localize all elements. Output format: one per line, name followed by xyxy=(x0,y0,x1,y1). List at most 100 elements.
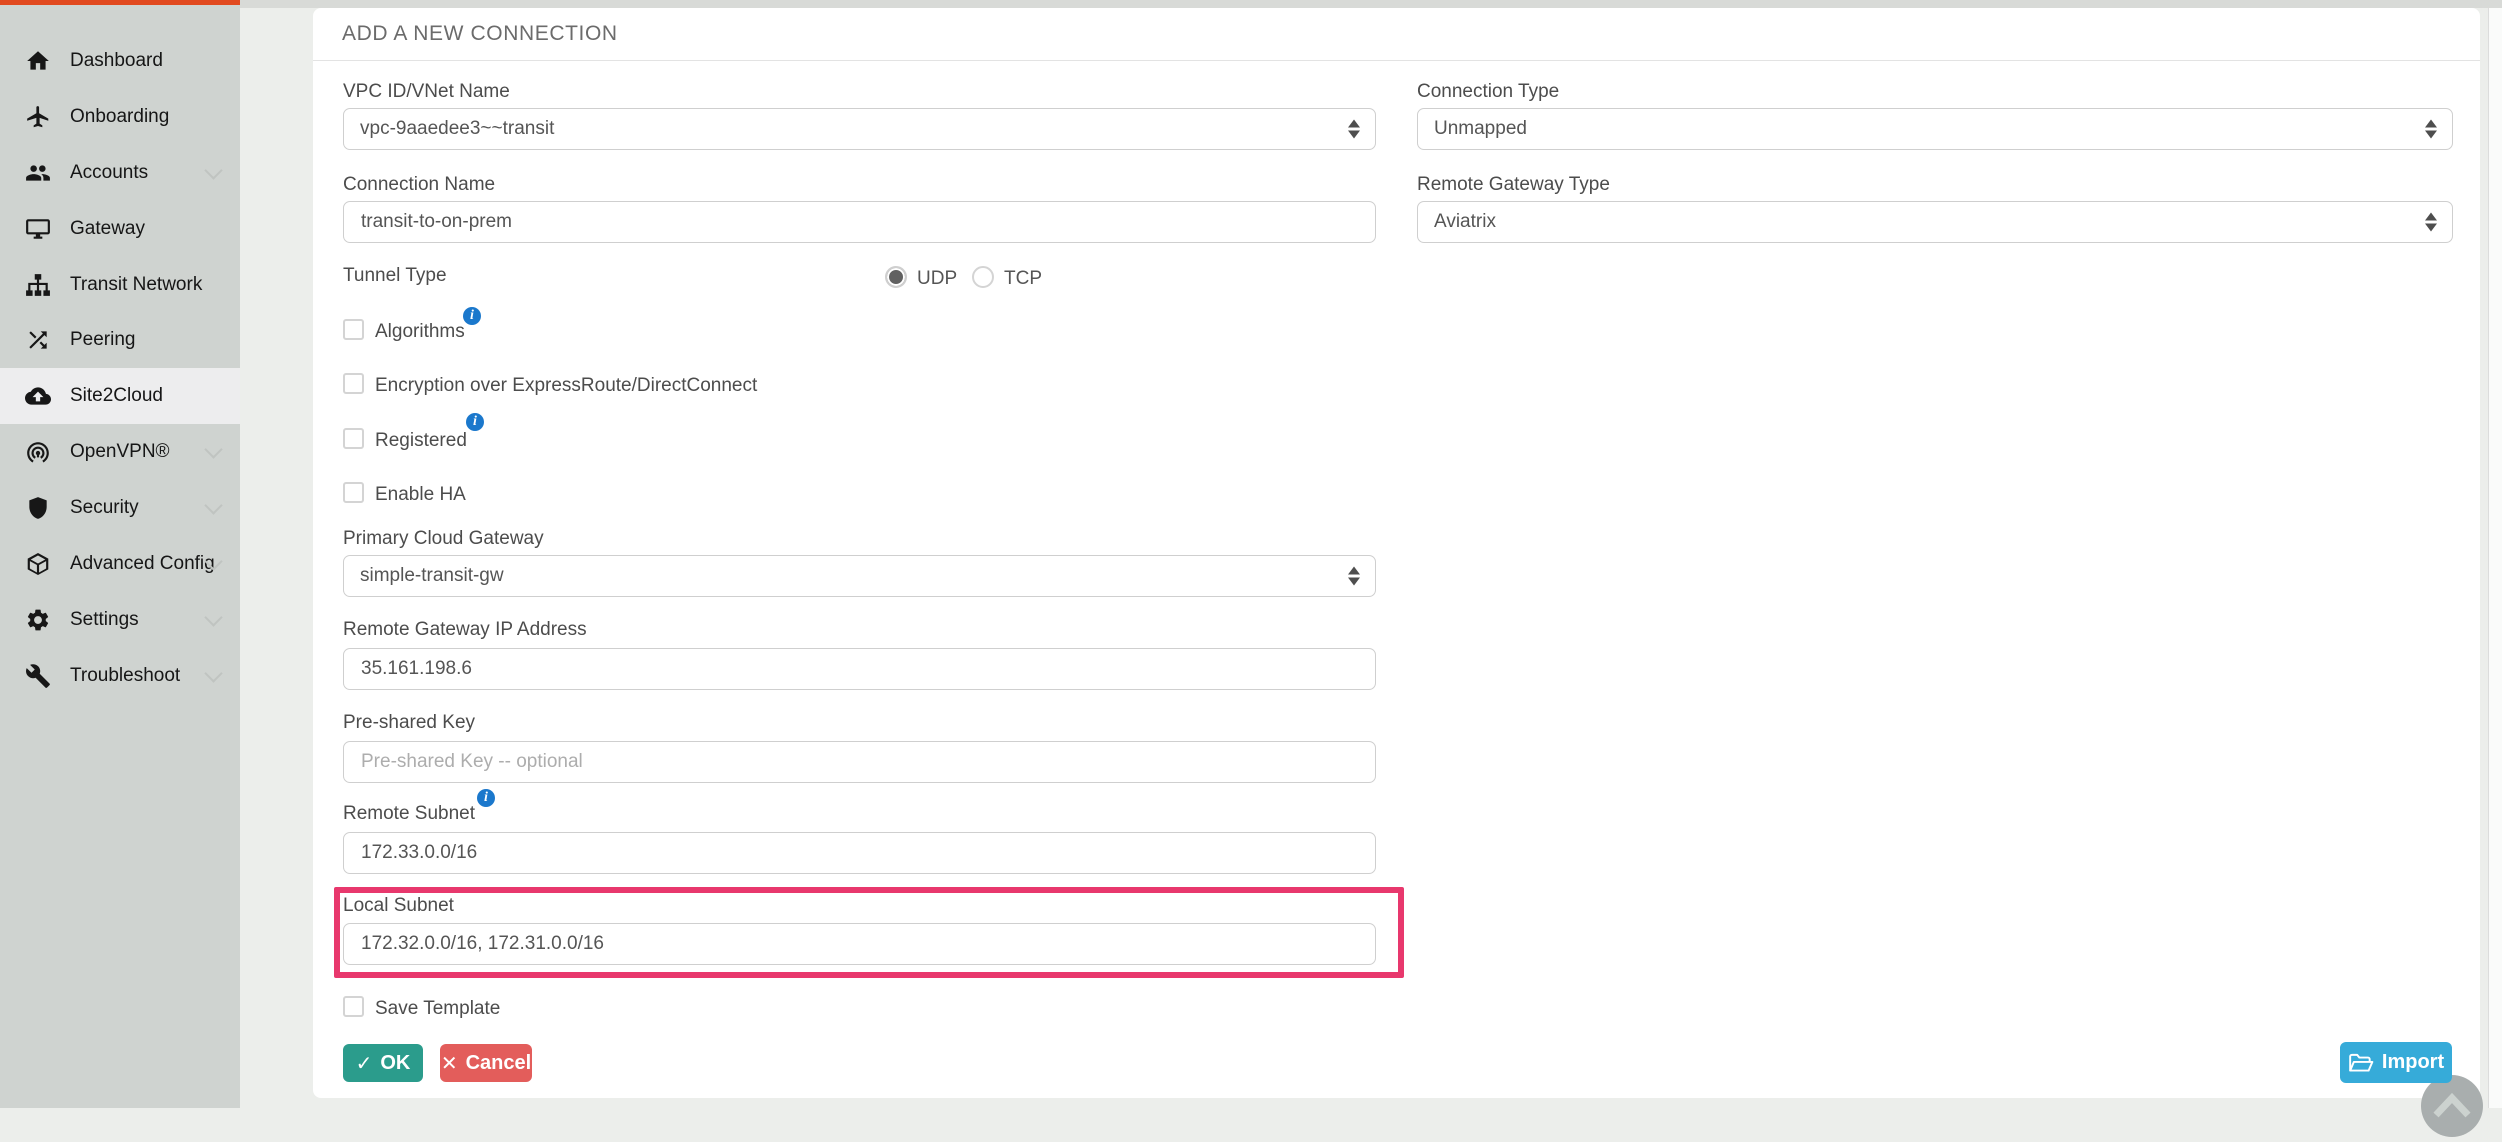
registered-label: Registered xyxy=(375,430,467,452)
chevron-up-icon xyxy=(2436,1098,2468,1115)
divider xyxy=(313,60,2480,61)
tunnel-type-tcp-radio[interactable] xyxy=(972,266,994,288)
ok-button[interactable]: ✓ OK xyxy=(343,1044,423,1082)
vpc-id-label: VPC ID/VNet Name xyxy=(343,81,510,103)
primary-cloud-gateway-label: Primary Cloud Gateway xyxy=(343,528,544,550)
vpc-id-select[interactable]: vpc-9aaedee3~~transit xyxy=(343,108,1376,150)
chevron-down-icon xyxy=(204,608,222,626)
sidebar-item-label: Onboarding xyxy=(70,106,169,128)
sidebar-item-openvpn[interactable]: OpenVPN® xyxy=(0,424,240,480)
shuffle-icon xyxy=(23,325,53,355)
sidebar-item-settings[interactable]: Settings xyxy=(0,592,240,648)
folder-open-icon xyxy=(2348,1052,2374,1074)
registered-checkbox[interactable] xyxy=(343,428,364,449)
connection-type-label: Connection Type xyxy=(1417,81,1559,103)
select-arrows-icon xyxy=(1348,567,1360,586)
monitor-icon xyxy=(23,214,53,244)
select-arrows-icon xyxy=(2425,120,2437,139)
remote-gateway-type-label: Remote Gateway Type xyxy=(1417,174,1610,196)
sidebar-item-label: OpenVPN® xyxy=(70,441,170,463)
sidebar-item-troubleshoot[interactable]: Troubleshoot xyxy=(0,648,240,704)
chevron-down-icon xyxy=(204,440,222,458)
algorithms-checkbox[interactable] xyxy=(343,319,364,340)
connection-name-label: Connection Name xyxy=(343,174,495,196)
sidebar-item-onboarding[interactable]: Onboarding xyxy=(0,89,240,145)
sitemap-icon xyxy=(23,270,53,300)
tunnel-type-tcp-label: TCP xyxy=(1004,268,1042,290)
vpc-id-select-value: vpc-9aaedee3~~transit xyxy=(360,118,554,140)
remote-gateway-ip-label: Remote Gateway IP Address xyxy=(343,619,587,641)
plane-icon xyxy=(23,102,53,132)
sidebar-item-label: Accounts xyxy=(70,162,148,184)
encryption-expressroute-label: Encryption over ExpressRoute/DirectConne… xyxy=(375,375,757,397)
sidebar: Dashboard Onboarding Accounts Gateway Tr… xyxy=(0,5,240,1108)
pre-shared-key-label: Pre-shared Key xyxy=(343,712,475,734)
remote-subnet-info-icon[interactable]: i xyxy=(477,789,495,807)
chevron-down-icon xyxy=(204,664,222,682)
scroll-to-top-button[interactable] xyxy=(2421,1075,2483,1137)
enable-ha-checkbox[interactable] xyxy=(343,482,364,503)
remote-subnet-input[interactable] xyxy=(343,832,1376,874)
page-title: ADD A NEW CONNECTION xyxy=(342,22,618,46)
local-subnet-label: Local Subnet xyxy=(343,895,454,917)
sidebar-item-label: Advanced Config xyxy=(70,553,215,575)
users-icon xyxy=(23,158,53,188)
sidebar-item-label: Site2Cloud xyxy=(70,385,163,407)
select-arrows-icon xyxy=(2425,213,2437,232)
sidebar-item-dashboard[interactable]: Dashboard xyxy=(0,33,240,89)
sidebar-item-gateway[interactable]: Gateway xyxy=(0,201,240,257)
algorithms-info-icon[interactable]: i xyxy=(463,307,481,325)
registered-info-icon[interactable]: i xyxy=(466,413,484,431)
encryption-expressroute-checkbox[interactable] xyxy=(343,373,364,394)
sidebar-item-accounts[interactable]: Accounts xyxy=(0,145,240,201)
cloud-upload-icon xyxy=(23,381,53,411)
tunnel-type-udp-radio[interactable] xyxy=(885,266,907,288)
scrollbar-track[interactable] xyxy=(2488,8,2502,1108)
check-icon: ✓ xyxy=(356,1051,373,1076)
local-subnet-input[interactable] xyxy=(343,923,1376,965)
sidebar-item-label: Dashboard xyxy=(70,50,163,72)
chevron-down-icon xyxy=(204,161,222,179)
connection-type-select-value: Unmapped xyxy=(1434,118,1527,140)
sidebar-item-label: Peering xyxy=(70,329,136,351)
remote-gateway-type-select[interactable]: Aviatrix xyxy=(1417,201,2453,243)
select-arrows-icon xyxy=(1348,120,1360,139)
tunnel-type-udp-label: UDP xyxy=(917,268,957,290)
cancel-button[interactable]: ✕ Cancel xyxy=(440,1044,532,1082)
remote-gateway-type-select-value: Aviatrix xyxy=(1434,211,1496,233)
algorithms-label: Algorithms xyxy=(375,321,465,343)
connection-name-input[interactable] xyxy=(343,201,1376,243)
sidebar-item-label: Security xyxy=(70,497,139,519)
sidebar-item-security[interactable]: Security xyxy=(0,480,240,536)
pre-shared-key-input[interactable] xyxy=(343,741,1376,783)
sidebar-item-peering[interactable]: Peering xyxy=(0,312,240,368)
enable-ha-label: Enable HA xyxy=(375,484,466,506)
x-icon: ✕ xyxy=(441,1051,458,1076)
top-accent-bar xyxy=(0,0,240,5)
remote-gateway-ip-input[interactable] xyxy=(343,648,1376,690)
save-template-checkbox[interactable] xyxy=(343,996,364,1017)
cube-icon xyxy=(23,549,53,579)
sidebar-item-label: Transit Network xyxy=(70,274,202,296)
save-template-label: Save Template xyxy=(375,998,500,1020)
tunnel-type-label: Tunnel Type xyxy=(343,265,447,287)
primary-cloud-gateway-select-value: simple-transit-gw xyxy=(360,565,504,587)
gear-icon xyxy=(23,605,53,635)
wrench-icon xyxy=(23,661,53,691)
sidebar-item-advanced-config[interactable]: Advanced Config xyxy=(0,536,240,592)
sidebar-item-transit-network[interactable]: Transit Network xyxy=(0,257,240,313)
sidebar-item-label: Troubleshoot xyxy=(70,665,180,687)
sidebar-item-label: Gateway xyxy=(70,218,145,240)
connection-type-select[interactable]: Unmapped xyxy=(1417,108,2453,150)
chevron-down-icon xyxy=(204,496,222,514)
sidebar-item-site2cloud[interactable]: Site2Cloud xyxy=(0,368,240,424)
home-icon xyxy=(23,46,53,76)
broadcast-icon xyxy=(23,437,53,467)
top-strip xyxy=(0,0,2502,8)
primary-cloud-gateway-select[interactable]: simple-transit-gw xyxy=(343,555,1376,597)
shield-icon xyxy=(23,493,53,523)
add-connection-panel: ADD A NEW CONNECTION VPC ID/VNet Name vp… xyxy=(313,8,2480,1098)
import-button[interactable]: Import xyxy=(2340,1042,2452,1083)
sidebar-item-label: Settings xyxy=(70,609,139,631)
remote-subnet-label: Remote Subnet xyxy=(343,803,475,825)
